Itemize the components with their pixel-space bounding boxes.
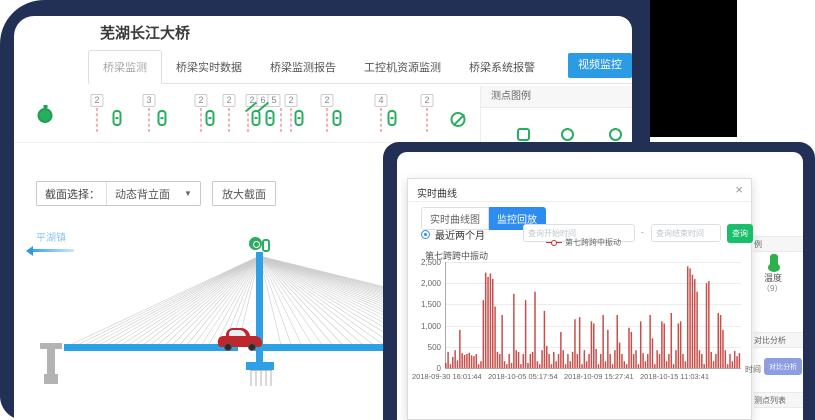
x-axis-title: 时间: [745, 364, 761, 375]
car-illustration: [218, 328, 262, 350]
chart-series-bars: [445, 262, 741, 368]
y-axis-tick-label: 2,500: [411, 258, 441, 267]
sensor-dashed-line: [229, 108, 230, 132]
y-axis-tick-label: 1,000: [411, 322, 441, 331]
page-title: 芜湖长江大桥: [100, 22, 190, 43]
x-axis-tick-label: 2018-09-30 16:01:44: [412, 372, 482, 381]
tab-工控机资源监测[interactable]: 工控机资源监测: [350, 51, 455, 83]
bridge-piles: [250, 370, 272, 386]
sensor-count-badge: 4: [374, 94, 387, 107]
screenshot-stage: 芜湖长江大桥 桥梁监测桥梁实时数据桥梁监测报告工控机资源监测桥梁系统报警 视频监…: [0, 0, 815, 420]
abutment-base: [44, 374, 58, 384]
abutment-stem: [47, 349, 55, 375]
sensor-count-badge: 2: [320, 94, 333, 107]
left-arrow-icon: [28, 249, 74, 252]
query-button[interactable]: 查询: [727, 224, 753, 243]
stopwatch-icon[interactable]: [38, 108, 53, 123]
enlarge-section-button[interactable]: 放大截面: [212, 181, 276, 206]
sensor-link-icon[interactable]: [333, 110, 342, 126]
town-label: 平湖镇: [36, 229, 66, 244]
compare-analysis-button[interactable]: 对比分析: [764, 358, 802, 375]
x-axis-line: [445, 368, 741, 369]
tab-桥梁监测报告[interactable]: 桥梁监测报告: [256, 51, 350, 83]
section-select-label: 截面选择：: [37, 186, 106, 202]
sensor-dashed-line: [381, 108, 382, 132]
sensor-link-icon[interactable]: [266, 110, 275, 126]
sensor-dashed-line: [427, 108, 428, 132]
legend-series-label: 第七跨跨中振动: [565, 237, 621, 248]
date-range-separator: -: [641, 227, 644, 237]
sensor-dashed-line: [97, 108, 98, 132]
legend-circle-icon[interactable]: [561, 128, 574, 141]
sensor-dashed-line: [281, 108, 282, 132]
y-axis-tick-label: 500: [411, 343, 441, 352]
x-axis-tick-label: 2018-10-09 15:27:41: [564, 372, 634, 381]
y-axis-tick-label: 1,500: [411, 300, 441, 309]
legend-header-fragment: 例: [754, 236, 803, 252]
sensor-count-badge: 5: [267, 94, 280, 107]
sensor-ban-icon[interactable]: [451, 112, 466, 127]
sensor-dashed-line: [291, 108, 292, 132]
thermometer-icon: [770, 254, 778, 266]
close-icon[interactable]: ×: [735, 182, 743, 197]
section-select-dropdown[interactable]: 动态背立面 ▼: [106, 182, 200, 205]
y-axis-tick-label: 2,000: [411, 279, 441, 288]
tower-link-icon[interactable]: [262, 239, 270, 252]
sensor-count-badge: 2: [90, 94, 103, 107]
recent-two-months-label: 最近两个月: [435, 227, 485, 242]
car-wheel: [224, 343, 232, 351]
point-list-fragment: 测点列表: [754, 392, 803, 408]
sensor-link-icon[interactable]: [158, 110, 167, 126]
x-axis-tick-label: 2018-10-15 11:03:41: [640, 372, 709, 381]
sensor-count-badge: 2: [222, 94, 235, 107]
legend-link-icon[interactable]: [517, 128, 530, 141]
sensor-link-icon[interactable]: [295, 110, 304, 126]
point-legend-title: 测点图例: [481, 86, 632, 108]
section-select-group: 截面选择： 动态背立面 ▼: [36, 181, 201, 206]
sensor-dashed-line: [327, 108, 328, 132]
sensor-link-icon[interactable]: [206, 110, 215, 126]
sensor-dashed-line: [201, 108, 202, 132]
video-monitor-button[interactable]: 视频监控: [568, 53, 632, 78]
main-tab-bar: 桥梁监测桥梁实时数据桥梁监测报告工控机资源监测桥梁系统报警: [88, 52, 632, 84]
legend-circle-icon[interactable]: [609, 128, 622, 141]
section-select-value: 动态背立面: [115, 186, 170, 202]
sensor-count-badge: 2: [420, 94, 433, 107]
tab-桥梁系统报警[interactable]: 桥梁系统报警: [455, 51, 549, 83]
sensor-count-badge: 2: [194, 94, 207, 107]
car-wheel: [248, 343, 256, 351]
recent-two-months-radio[interactable]: [421, 230, 430, 239]
sensor-link-icon[interactable]: [252, 110, 261, 126]
tower-sensor-icon[interactable]: [249, 237, 262, 250]
bridge-pier-cap: [246, 362, 274, 370]
sensor-dashed-line: [248, 108, 249, 132]
dialog-divider: [408, 201, 751, 202]
black-background-block: [650, 0, 737, 137]
dialog-title: 实时曲线: [417, 185, 457, 200]
compare-header-fragment: 对比分析: [754, 332, 803, 348]
legend-line-marker-icon: [546, 239, 562, 246]
tab-桥梁监测[interactable]: 桥梁监测: [88, 50, 162, 84]
tab-桥梁实时数据[interactable]: 桥梁实时数据: [162, 51, 256, 83]
sensor-link-icon[interactable]: [113, 110, 122, 126]
temperature-count: （9）: [762, 283, 782, 294]
point-legend-panel: 测点图例: [480, 86, 632, 142]
sensor-count-badge: 2: [284, 94, 297, 107]
x-axis-tick-label: 2018-10-05 05:17:54: [488, 372, 558, 381]
sensor-count-badge: 3: [142, 94, 155, 107]
sensor-link-icon[interactable]: [388, 110, 397, 126]
sensor-dashed-line: [149, 108, 150, 132]
chevron-down-icon: ▼: [184, 189, 192, 198]
chart-legend[interactable]: 第七跨跨中振动: [546, 237, 621, 248]
query-end-time-input[interactable]: [651, 224, 721, 242]
